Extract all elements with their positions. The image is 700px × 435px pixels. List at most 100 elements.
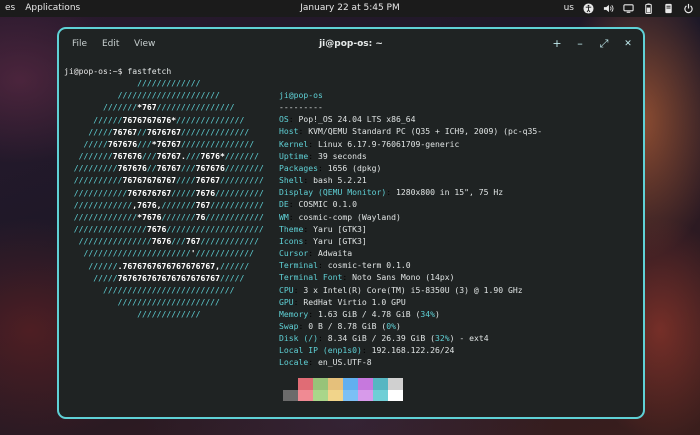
- logo-line: /////////////*7676///////76////////////: [64, 211, 264, 222]
- info-value: Yaru [GTK3]: [313, 235, 367, 246]
- info-row: CPU: 3 x Intel(R) Core(TM) i5-8350U (3) …: [279, 284, 523, 295]
- info-row: Locale: en_US.UTF-8: [279, 357, 372, 368]
- info-key: GPU: [279, 296, 294, 307]
- info-key: Shell: [279, 175, 304, 186]
- notifications-icon[interactable]: [663, 3, 674, 14]
- color-palette: [283, 378, 403, 401]
- info-key: Host: [279, 126, 299, 137]
- info-row: Swap: 0 B / 8.78 GiB (0%): [279, 320, 401, 331]
- info-value: COSMIC 0.1.0: [298, 199, 357, 210]
- info-value: 39 seconds: [318, 150, 367, 161]
- info-key: OS: [279, 114, 289, 125]
- info-value: 0 B / 8.78 GiB (0%): [308, 320, 401, 331]
- accessibility-icon[interactable]: [583, 3, 594, 14]
- info-key: Cursor: [279, 248, 309, 259]
- terminal-window[interactable]: File Edit View ji@pop-os: ~ + – ⤢ ✕ ji@p…: [57, 27, 645, 419]
- logo-line: /////////////////////: [64, 90, 220, 101]
- palette-swatch: [283, 378, 298, 390]
- info-value: cosmic-comp (Wayland): [298, 211, 401, 222]
- shell-prompt: ji@pop-os:~$: [64, 66, 123, 76]
- info-value: 1656 (dpkg): [327, 162, 382, 173]
- logo-line: //////////////////////'////////////: [64, 248, 255, 259]
- info-row: OS: Pop!_OS 24.04 LTS x86_64: [279, 114, 416, 125]
- battery-icon[interactable]: [643, 3, 654, 14]
- palette-swatch: [313, 389, 328, 401]
- info-key: WM: [279, 211, 289, 222]
- info-key: Local IP (enp1s0): [279, 345, 362, 356]
- palette-swatch: [358, 378, 373, 390]
- volume-icon[interactable]: [603, 3, 614, 14]
- info-key: Swap: [279, 320, 299, 331]
- info-key: Theme: [279, 223, 304, 234]
- info-value: 8.34 GiB / 26.39 GiB (32%) - ext4: [327, 333, 489, 344]
- new-tab-button[interactable]: +: [550, 37, 564, 51]
- info-key: Icons: [279, 235, 304, 246]
- window-titlebar[interactable]: File Edit View ji@pop-os: ~ + – ⤢ ✕: [59, 29, 643, 61]
- network-icon[interactable]: [623, 3, 634, 14]
- info-value: 1280x800 in 15", 75 Hz: [395, 187, 504, 198]
- info-key: CPU: [279, 284, 294, 295]
- menu-edit[interactable]: Edit: [102, 39, 119, 49]
- info-value: Noto Sans Mono (14px): [352, 272, 455, 283]
- palette-swatch: [373, 378, 388, 390]
- palette-swatch: [328, 378, 343, 390]
- info-value: 1.63 GiB / 4.78 GiB (34%): [318, 308, 440, 319]
- info-key: Disk (/): [279, 333, 318, 344]
- info-key: Terminal Font: [279, 272, 343, 283]
- top-panel: es Applications January 22 at 5:45 PM us: [0, 0, 700, 17]
- palette-swatch: [343, 389, 358, 401]
- info-row: DE: COSMIC 0.1.0: [279, 199, 357, 210]
- info-row: Disk (/): 8.34 GiB / 26.39 GiB (32%) - e…: [279, 333, 489, 344]
- maximize-button[interactable]: ⤢: [597, 37, 611, 51]
- close-button[interactable]: ✕: [621, 37, 635, 51]
- logo-line: /////////////: [64, 309, 201, 320]
- palette-swatch: [328, 389, 343, 401]
- logo-line: ///////*767////////////////: [64, 102, 235, 113]
- palette-swatch: [283, 389, 298, 401]
- logo-line: /////76767//7676767//////////////: [64, 126, 250, 137]
- minimize-button[interactable]: –: [573, 37, 587, 51]
- palette-swatch: [298, 378, 313, 390]
- info-value: 192.168.122.26/24: [371, 345, 455, 356]
- info-key: DE: [279, 199, 289, 210]
- info-row: WM: cosmic-comp (Wayland): [279, 211, 401, 222]
- keyboard-layout-indicator[interactable]: us: [564, 0, 574, 17]
- info-row: Shell: bash 5.2.21: [279, 175, 367, 186]
- info-row: Theme: Yaru [GTK3]: [279, 223, 367, 234]
- menu-file[interactable]: File: [72, 39, 87, 49]
- info-key: Packages: [279, 162, 318, 173]
- logo-line: //////7676767676*//////////////: [64, 114, 245, 125]
- terminal-output[interactable]: ji@pop-os:~$ fastfetch ///////////// ///…: [64, 65, 264, 320]
- info-row: Icons: Yaru [GTK3]: [279, 235, 367, 246]
- info-key: Display (QEMU Monitor): [279, 187, 387, 198]
- palette-swatch: [388, 378, 403, 390]
- info-value: Adwaita: [318, 248, 353, 259]
- logo-line: /////767676767676767676767/////: [64, 272, 245, 283]
- logo-line: ///////767676///76767.///7676*///////: [64, 151, 259, 162]
- power-icon[interactable]: [683, 3, 694, 14]
- info-value: RedHat Virtio 1.0 GPU: [303, 296, 406, 307]
- info-row: Terminal Font: Noto Sans Mono (14px): [279, 272, 455, 283]
- info-row: Uptime: 39 seconds: [279, 150, 367, 161]
- info-value: bash 5.2.21: [313, 175, 367, 186]
- distro-logo: ///////////// ///////////////////// ////…: [64, 78, 264, 319]
- info-value: Yaru [GTK3]: [313, 223, 367, 234]
- logo-line: /////767676///*76767///////////////: [64, 138, 255, 149]
- info-key: Terminal: [279, 260, 318, 271]
- system-info: ji@pop-os --------- OS: Pop!_OS 24.04 LT…: [279, 89, 542, 369]
- info-row: Local IP (enp1s0): 192.168.122.26/24: [279, 345, 455, 356]
- logo-line: /////////767676//76767///767676////////: [64, 163, 264, 174]
- menu-view[interactable]: View: [134, 39, 155, 49]
- user-host: ji@pop-os: [279, 90, 323, 100]
- info-row: GPU: RedHat Virtio 1.0 GPU: [279, 296, 406, 307]
- logo-line: ///////////////////////////: [64, 284, 235, 295]
- info-row: Packages: 1656 (dpkg): [279, 162, 382, 173]
- info-row: Cursor: Adwaita: [279, 248, 353, 259]
- command-text: fastfetch: [122, 66, 172, 76]
- logo-line: ///////////767676767/////7676//////////: [64, 187, 264, 198]
- palette-swatch: [388, 389, 403, 401]
- info-value: KVM/QEMU Standard PC (Q35 + ICH9, 2009) …: [308, 126, 543, 137]
- logo-line: //////////76767676767////76767/////////: [64, 175, 264, 186]
- separator-line: ---------: [279, 102, 323, 113]
- logo-line: ///////////////7676///767////////////: [64, 236, 259, 247]
